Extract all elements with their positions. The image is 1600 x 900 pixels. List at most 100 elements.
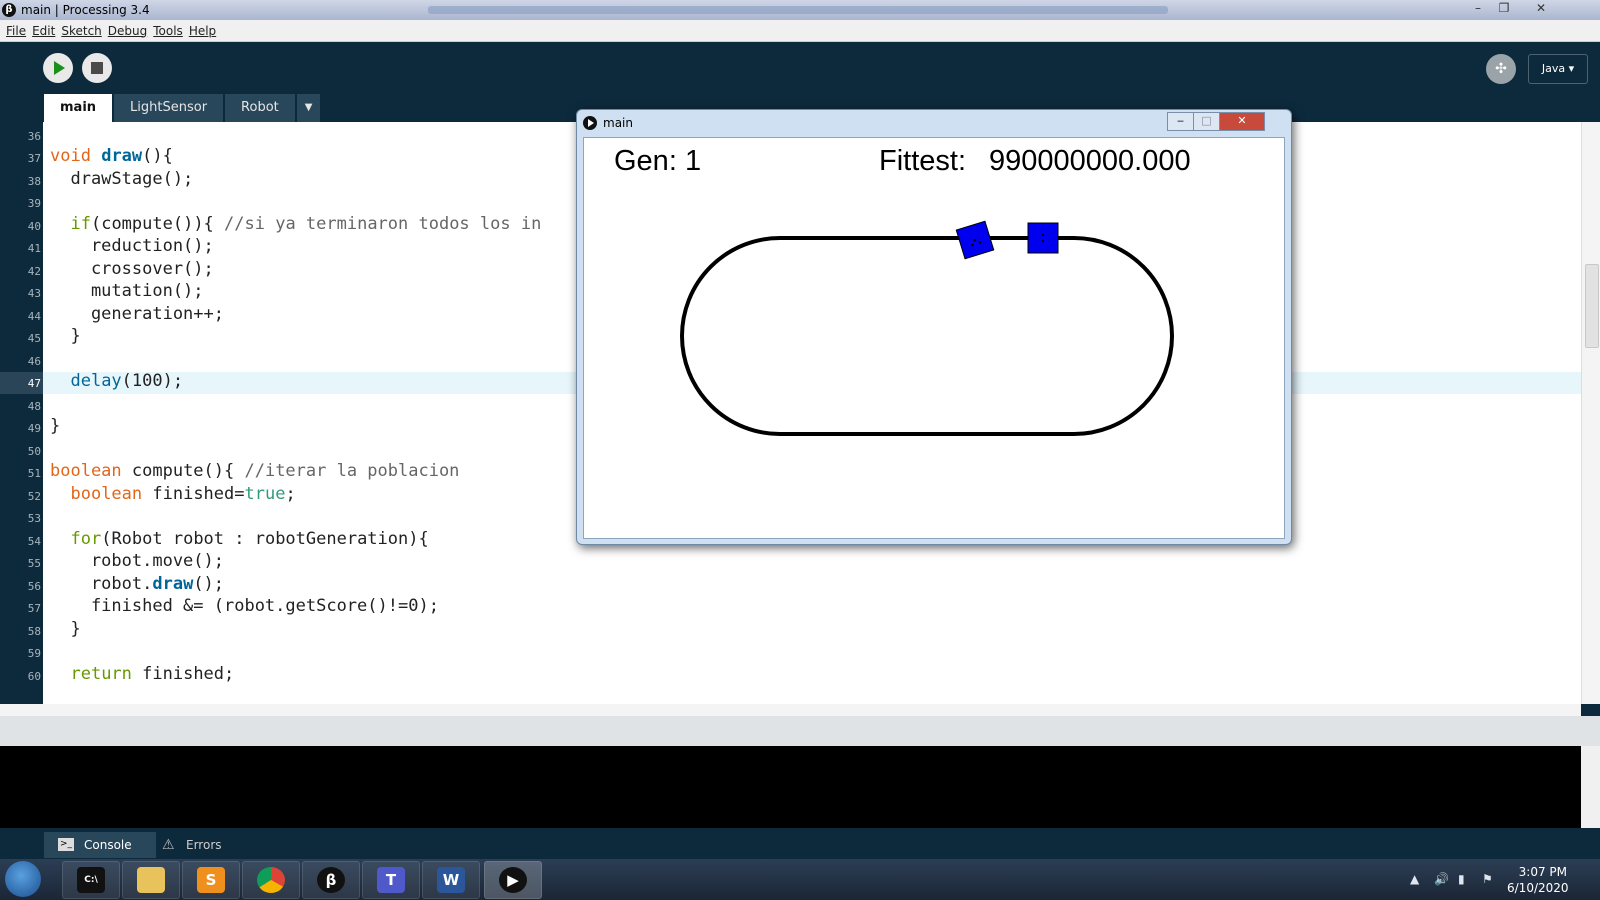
mode-select[interactable]: Java ▾ [1528, 54, 1588, 84]
taskbar-teams[interactable]: T [362, 861, 420, 899]
line-number: 37 [27, 152, 41, 165]
line-number: 58 [27, 625, 41, 638]
code-line: mutation(); [50, 281, 204, 301]
line-number: 46 [27, 355, 41, 368]
code-line: drawStage(); [50, 169, 194, 189]
code-line: void draw(){ [50, 146, 173, 166]
debugger-icon: ✣ [1495, 61, 1507, 77]
tab-menu-button[interactable]: ▼ [296, 94, 321, 122]
taskbar-cmd[interactable]: C:\ [62, 861, 120, 899]
file-explorer-icon [137, 867, 165, 893]
menu-bar: File Edit Sketch Debug Tools Help [0, 20, 1600, 42]
code-line: delay(100); [70, 371, 184, 391]
line-number: 45 [27, 332, 41, 345]
notification-icon[interactable]: ⚑ [1482, 872, 1493, 886]
console-splitter[interactable] [0, 716, 1600, 746]
taskbar-sublime[interactable]: S [182, 861, 240, 899]
code-line: } [50, 416, 61, 436]
editor-horizontal-scrollbar[interactable] [0, 704, 1581, 716]
code-line: for(Robot robot : robotGeneration){ [70, 529, 429, 549]
network-icon[interactable]: ▮ [1458, 872, 1465, 886]
taskbar-sketch-window[interactable]: ▶ [484, 861, 542, 899]
line-number: 57 [27, 602, 41, 615]
run-button[interactable] [43, 53, 73, 83]
sketch-window[interactable]: main ‒ □ ✕ Gen: 1 Fittest: 990000000.000 [576, 109, 1292, 545]
code-line: generation++; [50, 304, 224, 324]
stop-icon [91, 62, 103, 74]
processing-icon: β [317, 867, 345, 893]
window-titlebar: β main | Processing 3.4 – ❐ ✕ [0, 0, 1600, 20]
line-number: 36 [27, 130, 41, 143]
start-button[interactable] [5, 861, 41, 897]
line-number: 56 [27, 580, 41, 593]
robot-sensor [1041, 239, 1045, 243]
menu-tools[interactable]: Tools [153, 24, 183, 38]
chrome-icon [257, 867, 285, 893]
stop-button[interactable] [82, 53, 112, 83]
line-number: 49 [27, 422, 41, 435]
toolbar: ✣ Java ▾ [0, 42, 1600, 102]
menu-file[interactable]: File [6, 24, 26, 38]
sublime-text-icon: S [197, 867, 225, 893]
clock-date: 6/10/2020 [1507, 881, 1569, 895]
console-scrollbar[interactable] [1581, 746, 1600, 828]
scrollbar-thumb[interactable] [1585, 264, 1599, 348]
volume-icon[interactable]: 🔊 [1434, 872, 1449, 886]
taskbar: C:\ S β T W ▶ ▲ 🔊 ▮ ⚑ 3:07 PM 6/10/2020 [0, 859, 1600, 900]
code-line: if(compute()){ //si ya terminaron todos … [70, 214, 542, 234]
debugger-button[interactable]: ✣ [1486, 54, 1516, 84]
editor-tabs: main LightSensor Robot ▼ [44, 94, 322, 122]
line-number: 55 [27, 557, 41, 570]
errors-tab[interactable]: ⚠ Errors [158, 832, 238, 858]
menu-debug[interactable]: Debug [108, 24, 147, 38]
tab-main[interactable]: main [44, 94, 113, 122]
gen-value: 1 [685, 145, 701, 177]
code-line: robot.move(); [50, 551, 224, 571]
console-tab[interactable]: >_ Console [44, 832, 156, 858]
sketch-play-logo-icon [583, 116, 597, 130]
sketch-titlebar[interactable]: main ‒ □ ✕ [581, 112, 1287, 132]
play-icon [54, 61, 65, 75]
editor-vertical-scrollbar[interactable] [1581, 122, 1600, 704]
taskbar-word[interactable]: W [422, 861, 480, 899]
menu-edit[interactable]: Edit [32, 24, 55, 38]
robot-straight [1027, 222, 1059, 254]
sketch-canvas[interactable]: Gen: 1 Fittest: 990000000.000 [583, 137, 1285, 539]
sketch-maximize-button[interactable]: □ [1193, 112, 1220, 131]
tray-expand-icon[interactable]: ▲ [1410, 872, 1419, 886]
line-number: 60 [27, 670, 41, 683]
console-tab-label: Console [84, 838, 132, 852]
code-line: robot.draw(); [50, 574, 225, 594]
sketch-close-button[interactable]: ✕ [1219, 112, 1265, 131]
titlebar-blur [428, 6, 1168, 14]
taskbar-processing[interactable]: β [302, 861, 360, 899]
footer-tabs: >_ Console ⚠ Errors [0, 828, 1600, 859]
tab-lightsensor[interactable]: LightSensor [114, 94, 224, 122]
code-line: boolean compute(){ //iterar la poblacion [50, 461, 460, 481]
clock[interactable]: 3:07 PM 6/10/2020 [1507, 864, 1569, 896]
race-track [680, 236, 1174, 436]
line-number: 41 [27, 242, 41, 255]
minimize-button[interactable]: – [1465, 0, 1491, 18]
console-output[interactable] [0, 746, 1581, 828]
window-title: main | Processing 3.4 [21, 3, 150, 17]
taskbar-chrome[interactable] [242, 861, 300, 899]
close-button[interactable]: ✕ [1528, 0, 1554, 18]
cmd-icon: C:\ [77, 867, 105, 893]
processing-logo-icon: β [2, 3, 16, 17]
sketch-minimize-button[interactable]: ‒ [1167, 112, 1194, 131]
line-number: 43 [27, 287, 41, 300]
tab-robot[interactable]: Robot [225, 94, 295, 122]
gen-label: Gen: [614, 145, 677, 177]
code-line: crossover(); [50, 259, 214, 279]
menu-help[interactable]: Help [189, 24, 216, 38]
maximize-button[interactable]: ❐ [1491, 0, 1517, 18]
sketch-window-title: main [603, 116, 633, 130]
menu-sketch[interactable]: Sketch [61, 24, 101, 38]
line-number-current: 47 [27, 377, 41, 390]
taskbar-explorer[interactable] [122, 861, 180, 899]
code-line: boolean finished=true; [70, 484, 296, 504]
line-number: 50 [27, 445, 41, 458]
warning-icon: ⚠ [162, 837, 175, 853]
robot-rotated [955, 220, 995, 260]
